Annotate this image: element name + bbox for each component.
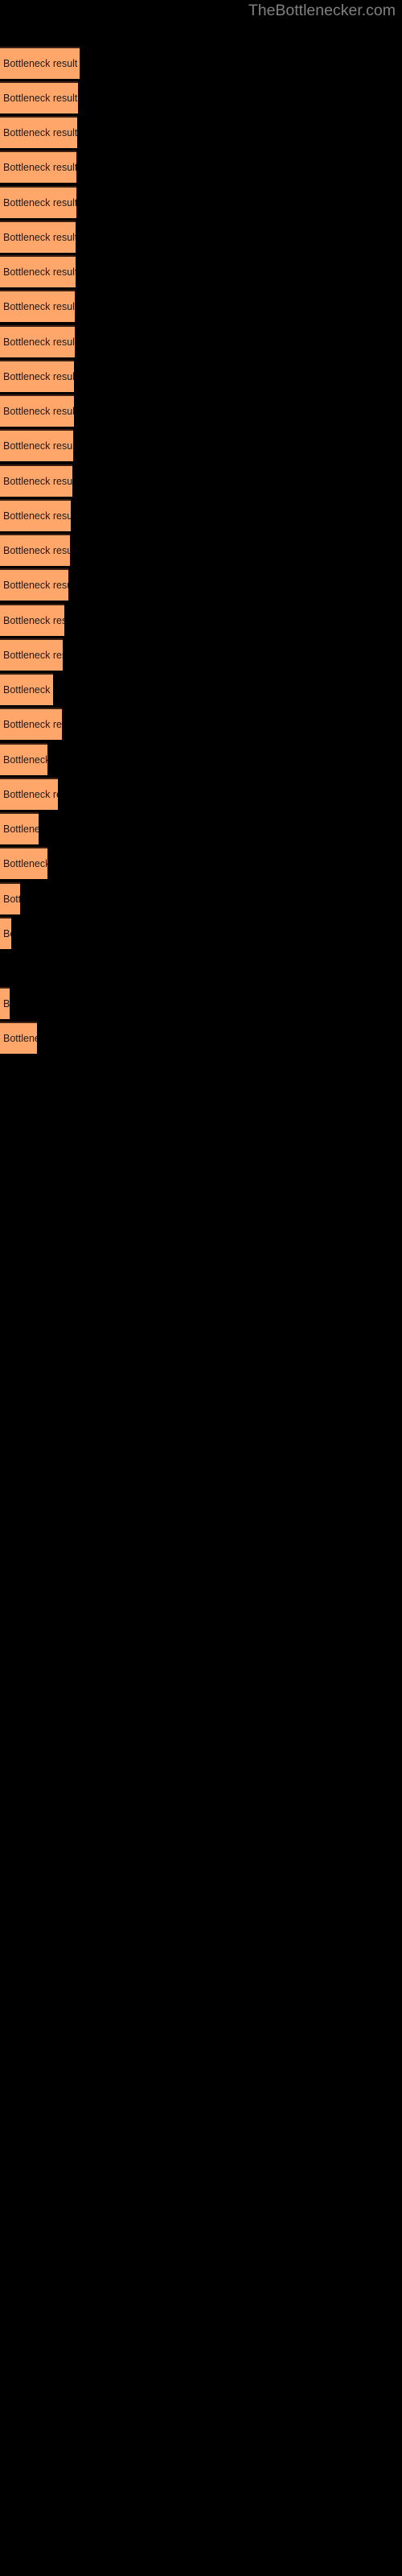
bar-3[interactable]: Bottleneck result <box>0 116 77 148</box>
bar-label: Bottleneck result <box>3 650 63 661</box>
bar-17[interactable]: Bottleneck result <box>0 604 64 636</box>
bar-label: Bottleneck result <box>3 406 74 417</box>
bar-label: Bottleneck result <box>3 894 20 905</box>
bar-label: Bottleneck result <box>3 440 73 452</box>
bar-label: Bottleneck result <box>3 93 78 104</box>
bar-14[interactable]: Bottleneck result <box>0 499 71 531</box>
bar-label: Bottleneck result <box>3 127 77 138</box>
bar-4[interactable]: Bottleneck result <box>0 151 76 183</box>
bar-label: Bottleneck result <box>3 476 72 487</box>
bar-label: Bottleneck result <box>3 545 70 556</box>
bar-18[interactable]: Bottleneck result <box>0 638 63 671</box>
bar-9[interactable]: Bottleneck result <box>0 325 75 357</box>
bar-label: Bottleneck result <box>3 197 76 208</box>
bar-label: Bottleneck result <box>3 58 78 69</box>
bar-19[interactable]: Bottleneck result <box>0 673 53 705</box>
bar-1[interactable]: Bottleneck result <box>0 47 80 79</box>
bar-25[interactable]: Bottleneck result <box>0 882 20 914</box>
bar-label: Bottleneck result <box>3 998 10 1009</box>
bar-label: Bottleneck result <box>3 858 47 869</box>
bar-label: Bottleneck result <box>3 336 75 348</box>
bar-20[interactable]: Bottleneck result <box>0 708 62 740</box>
bar-label: Bottleneck result <box>3 754 47 766</box>
bar-10[interactable]: Bottleneck result <box>0 360 74 392</box>
bar-23[interactable]: Bottleneck result <box>0 812 39 844</box>
bar-label: Bottleneck result <box>3 510 71 522</box>
bar-7[interactable]: Bottleneck result <box>0 255 76 287</box>
bar-label: Bottleneck result <box>3 266 76 278</box>
bar-label: Bottleneck result <box>3 580 68 591</box>
bar-26[interactable]: Bottleneck result <box>0 917 11 949</box>
bar-12[interactable]: Bottleneck result <box>0 429 73 461</box>
bar-8[interactable]: Bottleneck result <box>0 290 75 322</box>
bar-label: Bottleneck result <box>3 789 58 800</box>
bar-label: Bottleneck result <box>3 162 76 173</box>
bar-21[interactable]: Bottleneck result <box>0 743 47 775</box>
bar-label: Bottleneck result <box>3 719 62 730</box>
bar-label: Bottleneck result <box>3 928 11 939</box>
bar-label: Bottleneck result <box>3 684 53 696</box>
bar-28[interactable]: Bottleneck result <box>0 987 10 1019</box>
bar-label: Bottleneck result <box>3 1033 37 1044</box>
bar-label: Bottleneck result <box>3 824 39 835</box>
bar-label: Bottleneck result <box>3 371 74 382</box>
bar-22[interactable]: Bottleneck result <box>0 778 58 810</box>
bar-29[interactable]: Bottleneck result <box>0 1022 37 1054</box>
bar-24[interactable]: Bottleneck result <box>0 847 47 879</box>
bar-label: Bottleneck result <box>3 301 75 312</box>
bar-15[interactable]: Bottleneck result <box>0 534 70 566</box>
bar-series: Bottleneck result Bottleneck result Bottle… <box>0 0 402 2576</box>
bottleneck-chart: TheBottlenecker.com Bottleneck result Bot… <box>0 0 402 2576</box>
bar-label: Bottleneck result <box>3 232 76 243</box>
bar-2[interactable]: Bottleneck result <box>0 81 78 114</box>
bar-13[interactable]: Bottleneck result <box>0 464 72 497</box>
bar-5[interactable]: Bottleneck result <box>0 186 76 218</box>
bar-6[interactable]: Bottleneck result <box>0 221 76 253</box>
bar-16[interactable]: Bottleneck result <box>0 568 68 601</box>
bar-11[interactable]: Bottleneck result <box>0 394 74 427</box>
bar-label: Bottleneck result <box>3 615 64 626</box>
